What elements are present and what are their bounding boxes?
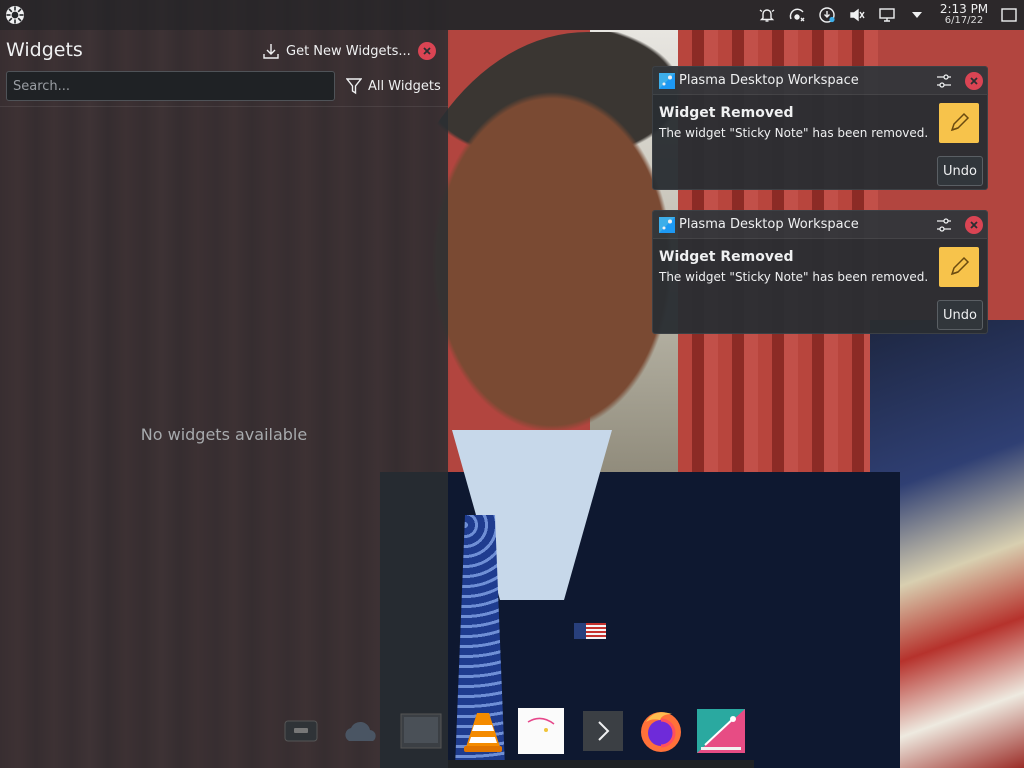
divider (0, 106, 448, 107)
clock-date: 6/17/22 (944, 15, 984, 26)
top-panel: 2:13 PM 6/17/22 (0, 0, 1024, 30)
widget-explorer-title: Widgets (6, 39, 83, 61)
notification-body: The widget "Sticky Note" has been remove… (659, 270, 929, 284)
window-thumbnail-icon[interactable] (396, 706, 446, 756)
notification-popup: Plasma Desktop Workspace Widget Removed … (652, 66, 988, 190)
notification-bell-icon[interactable] (756, 4, 778, 26)
notification-header: Plasma Desktop Workspace (653, 211, 987, 239)
sticky-note-icon (939, 247, 979, 287)
app-launcher-icon[interactable] (4, 4, 26, 26)
notification-title: Widget Removed (659, 249, 794, 265)
firefox-icon[interactable] (636, 706, 686, 756)
notification-app-name: Plasma Desktop Workspace (679, 217, 859, 232)
vlc-icon[interactable] (458, 706, 508, 756)
volume-muted-icon[interactable] (846, 4, 868, 26)
plasma-icon[interactable] (696, 706, 746, 756)
widget-search-input[interactable] (6, 71, 335, 101)
network-status-icon[interactable] (786, 4, 808, 26)
get-new-widgets-label: Get New Widgets... (286, 43, 411, 59)
get-new-widgets-button[interactable]: Get New Widgets... (262, 40, 411, 62)
cloud-icon[interactable] (336, 706, 386, 756)
configure-icon[interactable] (935, 216, 953, 234)
display-config-icon[interactable] (876, 4, 898, 26)
wallpaper-flag-pin (574, 623, 606, 639)
empty-state-message: No widgets available (140, 425, 308, 444)
close-icon[interactable] (965, 72, 983, 90)
configure-icon[interactable] (935, 72, 953, 90)
notification-title: Widget Removed (659, 105, 794, 121)
close-icon[interactable] (418, 42, 436, 60)
close-icon[interactable] (965, 216, 983, 234)
task-dock (276, 706, 756, 768)
notification-header: Plasma Desktop Workspace (653, 67, 987, 95)
widget-explorer-panel: Widgets Get New Widgets... All Widgets N… (0, 30, 448, 768)
notification-app-name: Plasma Desktop Workspace (679, 73, 859, 88)
plasma-icon (659, 73, 675, 89)
show-desktop-icon[interactable] (998, 4, 1020, 26)
plasma-icon (659, 217, 675, 233)
updates-icon[interactable] (816, 4, 838, 26)
widget-filter-button[interactable]: All Widgets (346, 75, 441, 97)
image-viewer-icon[interactable] (516, 706, 566, 756)
system-tray: 2:13 PM 6/17/22 (752, 0, 1024, 30)
tray-expand-arrow-icon[interactable] (906, 4, 928, 26)
sticky-note-icon (939, 103, 979, 143)
widget-filter-label: All Widgets (368, 78, 441, 94)
notification-popup: Plasma Desktop Workspace Widget Removed … (652, 210, 988, 334)
filter-icon (346, 77, 362, 95)
clock-time: 2:13 PM (939, 2, 989, 16)
widget-explorer-header: Widgets Get New Widgets... (0, 30, 448, 72)
undo-button[interactable]: Undo (937, 156, 983, 186)
more-arrow-icon[interactable] (578, 706, 628, 756)
digital-clock[interactable]: 2:13 PM 6/17/22 (938, 3, 990, 27)
undo-button[interactable]: Undo (937, 300, 983, 330)
notification-body: The widget "Sticky Note" has been remove… (659, 126, 929, 140)
download-icon (262, 42, 280, 60)
task-bar-strip (448, 760, 754, 768)
window-thumbnail-icon[interactable] (276, 706, 326, 756)
